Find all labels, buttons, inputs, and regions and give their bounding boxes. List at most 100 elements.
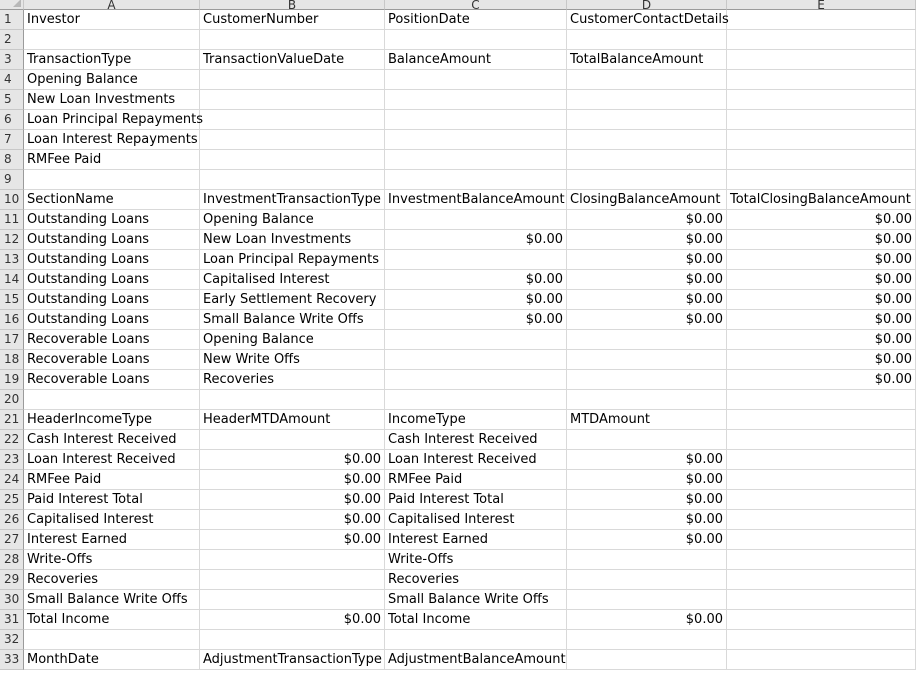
cell-a-7[interactable]: Loan Interest Repayments [24,130,200,150]
cell-e-20[interactable] [727,390,916,410]
cell-b-18[interactable]: New Write Offs [200,350,385,370]
column-header-a[interactable]: A [24,0,200,10]
cell-e-27[interactable] [727,530,916,550]
select-all-corner[interactable] [0,0,24,10]
cell-b-20[interactable] [200,390,385,410]
cell-d-13[interactable]: $0.00 [567,250,727,270]
row-header[interactable]: 23 [0,450,24,470]
row-header[interactable]: 10 [0,190,24,210]
cell-a-17[interactable]: Recoverable Loans [24,330,200,350]
cell-b-25[interactable]: $0.00 [200,490,385,510]
row-header[interactable]: 26 [0,510,24,530]
cell-e-16[interactable]: $0.00 [727,310,916,330]
cell-a-12[interactable]: Outstanding Loans [24,230,200,250]
cell-b-22[interactable] [200,430,385,450]
cell-a-2[interactable] [24,30,200,50]
cell-e-11[interactable]: $0.00 [727,210,916,230]
cell-e-28[interactable] [727,550,916,570]
cell-a-9[interactable] [24,170,200,190]
cell-e-13[interactable]: $0.00 [727,250,916,270]
cell-e-18[interactable]: $0.00 [727,350,916,370]
row-header[interactable]: 17 [0,330,24,350]
cell-b-9[interactable] [200,170,385,190]
cell-e-31[interactable] [727,610,916,630]
cell-d-7[interactable] [567,130,727,150]
cell-b-4[interactable] [200,70,385,90]
cell-a-18[interactable]: Recoverable Loans [24,350,200,370]
row-header[interactable]: 27 [0,530,24,550]
cell-a-3[interactable]: TransactionType [24,50,200,70]
row-header[interactable]: 22 [0,430,24,450]
row-header[interactable]: 16 [0,310,24,330]
cell-e-24[interactable] [727,470,916,490]
cell-b-14[interactable]: Capitalised Interest [200,270,385,290]
row-header[interactable]: 24 [0,470,24,490]
cell-b-2[interactable] [200,30,385,50]
cell-d-9[interactable] [567,170,727,190]
row-header[interactable]: 13 [0,250,24,270]
row-header[interactable]: 6 [0,110,24,130]
cell-d-22[interactable] [567,430,727,450]
row-header[interactable]: 8 [0,150,24,170]
cell-d-30[interactable] [567,590,727,610]
cell-b-15[interactable]: Early Settlement Recovery [200,290,385,310]
cell-a-16[interactable]: Outstanding Loans [24,310,200,330]
row-header[interactable]: 19 [0,370,24,390]
cell-b-12[interactable]: New Loan Investments [200,230,385,250]
cell-e-26[interactable] [727,510,916,530]
cell-e-7[interactable] [727,130,916,150]
cell-a-8[interactable]: RMFee Paid [24,150,200,170]
cell-d-15[interactable]: $0.00 [567,290,727,310]
cell-e-4[interactable] [727,70,916,90]
cell-c-7[interactable] [385,130,567,150]
cell-e-32[interactable] [727,630,916,650]
cell-e-17[interactable]: $0.00 [727,330,916,350]
cell-a-15[interactable]: Outstanding Loans [24,290,200,310]
column-header-c[interactable]: C [385,0,567,10]
cell-d-18[interactable] [567,350,727,370]
cell-b-23[interactable]: $0.00 [200,450,385,470]
cell-c-24[interactable]: RMFee Paid [385,470,567,490]
cell-a-23[interactable]: Loan Interest Received [24,450,200,470]
cell-b-6[interactable] [200,110,385,130]
cell-b-7[interactable] [200,130,385,150]
cell-a-10[interactable]: SectionName [24,190,200,210]
column-header-d[interactable]: D [567,0,727,10]
cell-b-27[interactable]: $0.00 [200,530,385,550]
cell-a-33[interactable]: MonthDate [24,650,200,670]
cell-b-17[interactable]: Opening Balance [200,330,385,350]
cell-c-10[interactable]: InvestmentBalanceAmount [385,190,567,210]
cell-d-6[interactable] [567,110,727,130]
column-header-b[interactable]: B [200,0,385,10]
cell-d-2[interactable] [567,30,727,50]
cell-a-1[interactable]: Investor [24,10,200,30]
cell-c-15[interactable]: $0.00 [385,290,567,310]
cell-e-29[interactable] [727,570,916,590]
cell-a-22[interactable]: Cash Interest Received [24,430,200,450]
cell-e-22[interactable] [727,430,916,450]
cell-d-5[interactable] [567,90,727,110]
cell-a-28[interactable]: Write-Offs [24,550,200,570]
cell-d-1[interactable]: CustomerContactDetails [567,10,729,30]
row-header[interactable]: 15 [0,290,24,310]
cell-b-31[interactable]: $0.00 [200,610,385,630]
cell-c-30[interactable]: Small Balance Write Offs [385,590,567,610]
cell-a-11[interactable]: Outstanding Loans [24,210,200,230]
cell-c-17[interactable] [385,330,567,350]
cell-b-19[interactable]: Recoveries [200,370,385,390]
cell-b-26[interactable]: $0.00 [200,510,385,530]
cell-a-26[interactable]: Capitalised Interest [24,510,200,530]
cell-a-30[interactable]: Small Balance Write Offs [24,590,200,610]
cell-d-16[interactable]: $0.00 [567,310,727,330]
row-header[interactable]: 11 [0,210,24,230]
cell-c-26[interactable]: Capitalised Interest [385,510,567,530]
row-header[interactable]: 28 [0,550,24,570]
cell-c-28[interactable]: Write-Offs [385,550,567,570]
cell-a-5[interactable]: New Loan Investments [24,90,200,110]
cell-d-19[interactable] [567,370,727,390]
cell-c-13[interactable] [385,250,567,270]
cell-d-27[interactable]: $0.00 [567,530,727,550]
cell-e-10[interactable]: TotalClosingBalanceAmount [727,190,916,210]
cell-e-2[interactable] [727,30,916,50]
cell-b-16[interactable]: Small Balance Write Offs [200,310,385,330]
